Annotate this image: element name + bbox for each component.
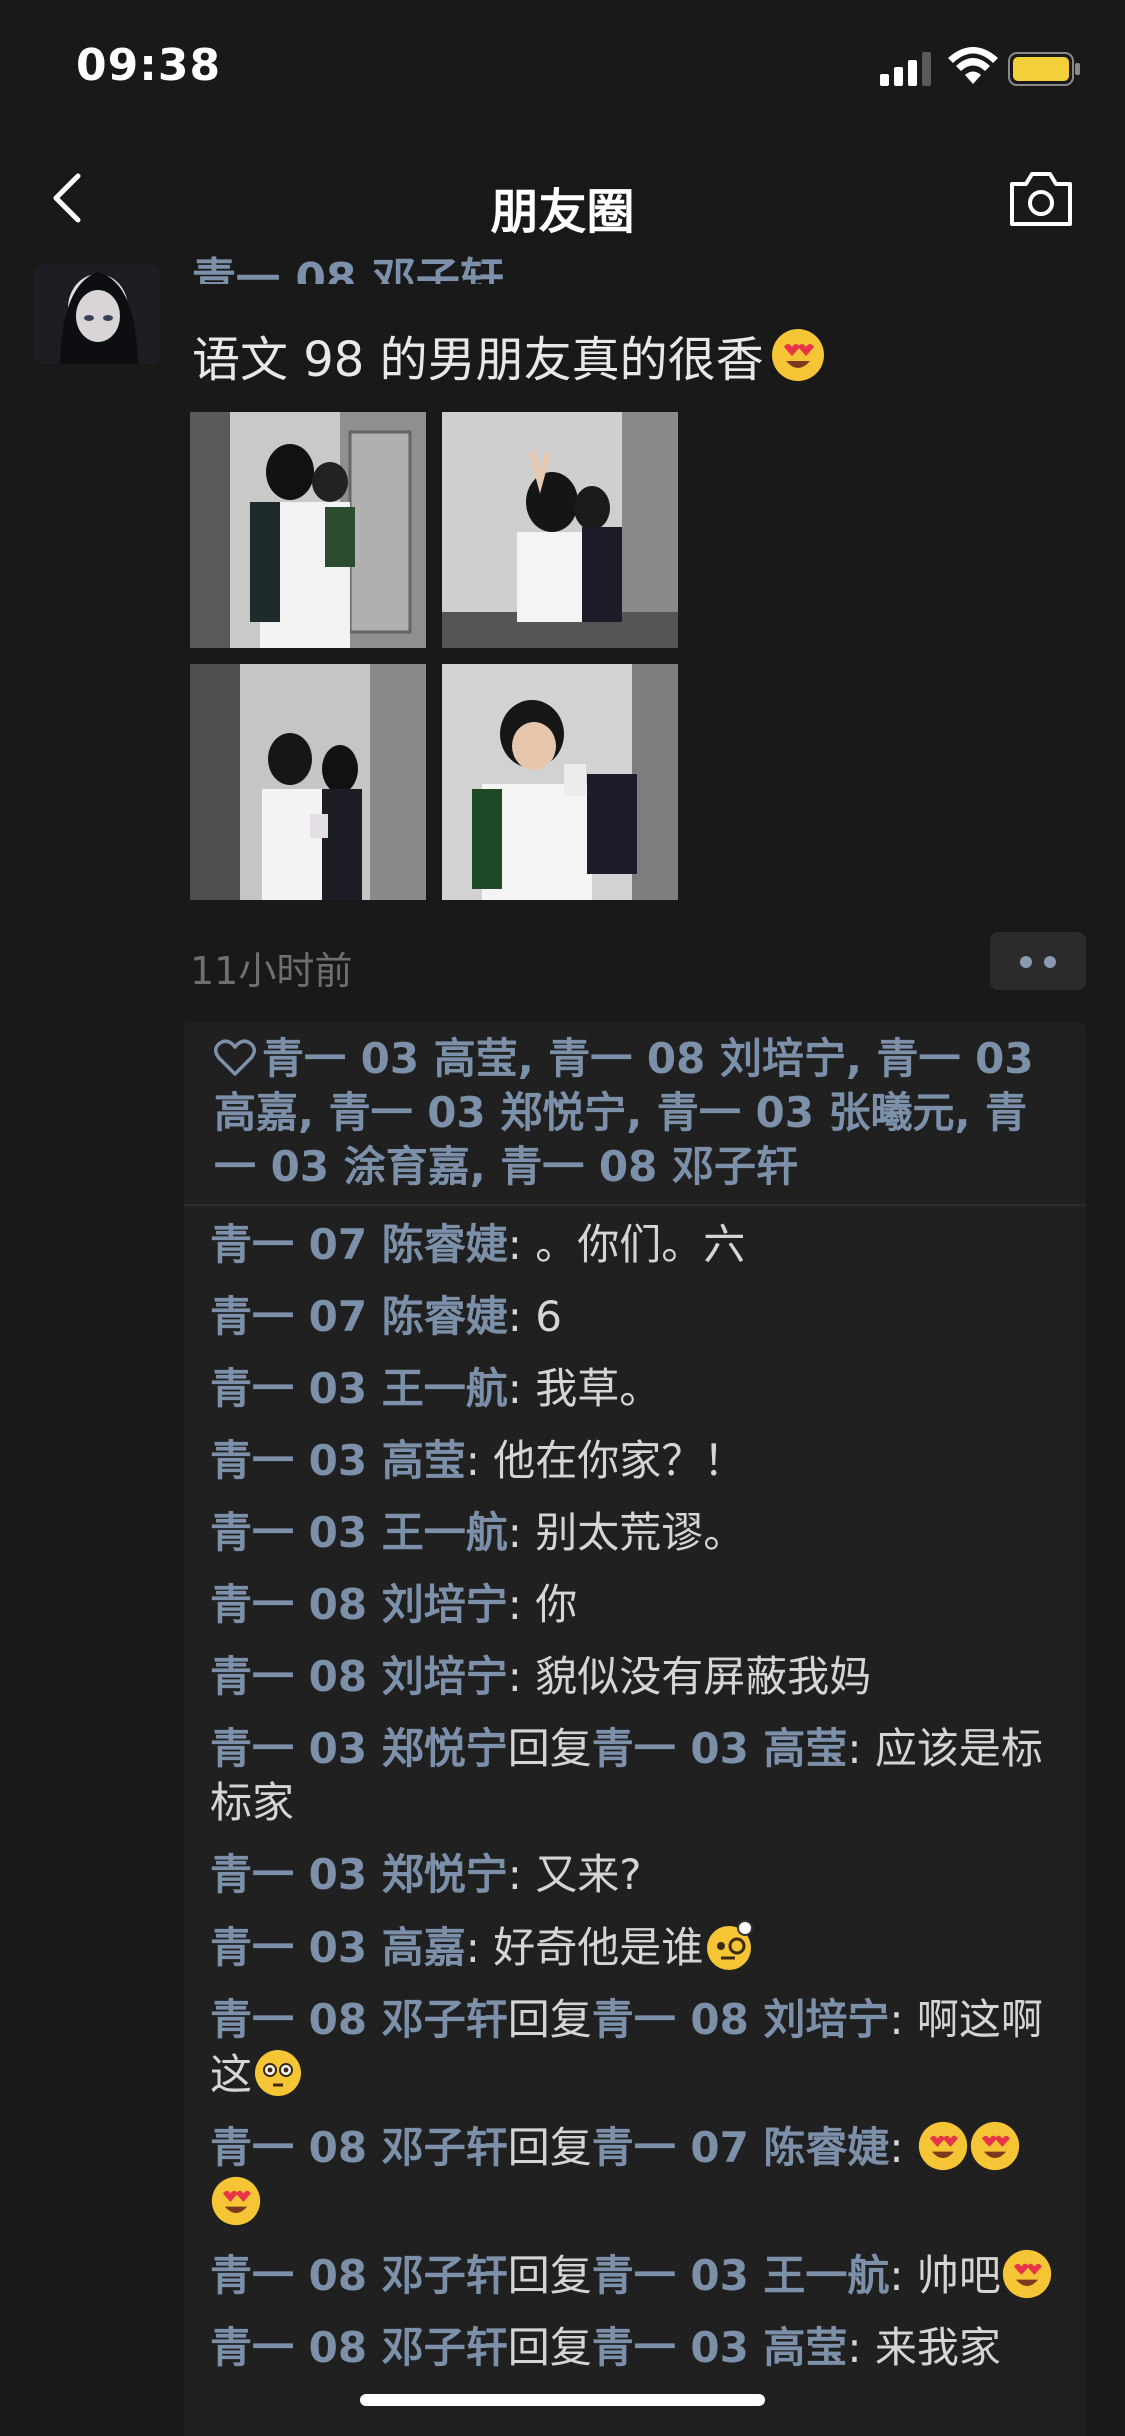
comment-author[interactable]: 青一 03 高莹 bbox=[210, 1436, 466, 1485]
monocle-face-emoji-icon bbox=[707, 1920, 754, 1970]
comment-item[interactable]: 青一 03 郑悦宁: 又来? bbox=[210, 1848, 1070, 1902]
comment-author[interactable]: 青一 03 郑悦宁 bbox=[210, 1850, 508, 1899]
moment-post: 青一 08 邓子轩 语文 98 的男朋友真的很香 11小时前 青一 03 高莹,… bbox=[0, 254, 1125, 2436]
photo-4[interactable] bbox=[442, 664, 678, 900]
comment-text: : 又来? bbox=[507, 1850, 642, 1899]
comment-author[interactable]: 青一 08 刘培宁 bbox=[210, 1652, 508, 1701]
comment-text: : bbox=[889, 2123, 917, 2172]
comment-list: 青一 07 陈睿婕: 。你们。六 青一 07 陈睿婕: 6 青一 03 王一航:… bbox=[210, 1218, 1070, 2393]
post-author[interactable]: 青一 08 邓子轩 bbox=[192, 248, 504, 284]
comment-author[interactable]: 青一 03 郑悦宁 bbox=[210, 1724, 508, 1773]
comment-text: : 你 bbox=[507, 1580, 578, 1629]
comment-item[interactable]: 青一 07 陈睿婕: 6 bbox=[210, 1290, 1070, 1344]
dot-icon bbox=[1044, 956, 1056, 968]
comment-text: : 帅吧 bbox=[889, 2251, 1001, 2300]
heart-outline-icon bbox=[214, 1039, 256, 1076]
navigation-bar: 朋友圈 bbox=[0, 132, 1125, 264]
comment-item[interactable]: 青一 08 邓子轩回复青一 03 王一航: 帅吧 bbox=[210, 2248, 1070, 2303]
reply-target[interactable]: 青一 08 刘培宁 bbox=[592, 1995, 890, 2044]
reply-target[interactable]: 青一 03 王一航 bbox=[592, 2251, 890, 2300]
interaction-panel: 青一 03 高莹, 青一 08 刘培宁, 青一 03 高嘉, 青一 03 郑悦宁… bbox=[184, 1022, 1086, 2436]
comment-item[interactable]: 青一 03 高嘉: 好奇他是谁 bbox=[210, 1920, 1070, 1975]
post-text-body: 语文 98 的男朋友真的很香 bbox=[192, 332, 764, 388]
battery-icon bbox=[1008, 52, 1080, 86]
avatar[interactable] bbox=[34, 264, 160, 364]
comment-author[interactable]: 青一 08 邓子轩 bbox=[210, 2123, 508, 2172]
status-bar: 09:38 bbox=[0, 0, 1125, 132]
photo-1[interactable] bbox=[190, 412, 426, 648]
reply-word: 回复 bbox=[507, 1995, 592, 2044]
wifi-icon bbox=[948, 47, 998, 84]
reply-target[interactable]: 青一 03 高莹 bbox=[592, 2323, 848, 2372]
status-time: 09:38 bbox=[76, 40, 222, 91]
comment-text: : 6 bbox=[507, 1292, 562, 1341]
comment-item[interactable]: 青一 08 邓子轩回复青一 07 陈睿婕: bbox=[210, 2120, 1070, 2230]
comment-item[interactable]: 青一 03 高莹: 他在你家？！ bbox=[210, 1434, 1070, 1488]
comment-item[interactable]: 青一 08 邓子轩回复青一 03 高莹: 来我家 bbox=[210, 2321, 1070, 2375]
flushed-face-emoji-icon bbox=[255, 2050, 302, 2096]
dot-icon bbox=[1020, 956, 1032, 968]
comment-author[interactable]: 青一 03 王一航 bbox=[210, 1364, 508, 1413]
comment-item[interactable]: 青一 03 王一航: 别太荒谬。 bbox=[210, 1506, 1070, 1560]
comment-text: : 来我家 bbox=[847, 2323, 1001, 2372]
comment-item[interactable]: 青一 08 邓子轩回复青一 08 刘培宁: 啊这啊这 bbox=[210, 1993, 1070, 2102]
more-actions-button[interactable] bbox=[990, 932, 1086, 990]
reply-target[interactable]: 青一 03 高莹 bbox=[592, 1724, 848, 1773]
comment-text: : 别太荒谬。 bbox=[507, 1508, 746, 1557]
reply-word: 回复 bbox=[507, 2123, 592, 2172]
heart-eyes-emoji-icon bbox=[771, 329, 824, 381]
heart-eyes-emoji-icon bbox=[970, 2121, 1020, 2171]
comment-author[interactable]: 青一 03 王一航 bbox=[210, 1508, 508, 1557]
comment-author[interactable]: 青一 07 陈睿婕 bbox=[210, 1220, 508, 1269]
comment-item[interactable]: 青一 03 王一航: 我草。 bbox=[210, 1362, 1070, 1416]
comment-text: : 貌似没有屏蔽我妈 bbox=[507, 1652, 872, 1701]
comment-author[interactable]: 青一 07 陈睿婕 bbox=[210, 1292, 508, 1341]
camera-icon[interactable] bbox=[1006, 168, 1076, 230]
comment-item[interactable]: 青一 03 郑悦宁回复青一 03 高莹: 应该是标标家 bbox=[210, 1722, 1070, 1830]
comment-author[interactable]: 青一 08 邓子轩 bbox=[210, 2251, 508, 2300]
photo-2[interactable] bbox=[442, 412, 678, 648]
page-title: 朋友圈 bbox=[490, 184, 635, 240]
reply-target[interactable]: 青一 07 陈睿婕 bbox=[592, 2123, 890, 2172]
photo-grid bbox=[190, 412, 680, 912]
cellular-signal-icon bbox=[880, 52, 931, 86]
heart-eyes-emoji-icon bbox=[211, 2176, 261, 2226]
likes-names[interactable]: 青一 03 高莹, 青一 08 刘培宁, 青一 03 高嘉, 青一 03 郑悦宁… bbox=[214, 1034, 1034, 1191]
heart-eyes-emoji-icon bbox=[918, 2121, 968, 2171]
comment-text: : 好奇他是谁 bbox=[465, 1923, 704, 1972]
comment-author[interactable]: 青一 03 高嘉 bbox=[210, 1923, 466, 1972]
comment-text: : 我草。 bbox=[507, 1364, 662, 1413]
post-text: 语文 98 的男朋友真的很香 bbox=[192, 320, 826, 390]
photo-3[interactable] bbox=[190, 664, 426, 900]
home-indicator[interactable] bbox=[360, 2394, 765, 2406]
comment-item[interactable]: 青一 07 陈睿婕: 。你们。六 bbox=[210, 1218, 1070, 1272]
post-timestamp: 11小时前 bbox=[190, 949, 353, 993]
reply-word: 回复 bbox=[507, 2323, 592, 2372]
reply-word: 回复 bbox=[507, 2251, 592, 2300]
likes-list: 青一 03 高莹, 青一 08 刘培宁, 青一 03 高嘉, 青一 03 郑悦宁… bbox=[214, 1032, 1064, 1194]
comment-author[interactable]: 青一 08 刘培宁 bbox=[210, 1580, 508, 1629]
comment-author[interactable]: 青一 08 邓子轩 bbox=[210, 2323, 508, 2372]
comment-text: : 。你们。六 bbox=[507, 1220, 746, 1269]
comment-item[interactable]: 青一 08 刘培宁: 你 bbox=[210, 1578, 1070, 1632]
divider bbox=[184, 1204, 1086, 1206]
comment-author[interactable]: 青一 08 邓子轩 bbox=[210, 1995, 508, 2044]
comment-item[interactable]: 青一 08 刘培宁: 貌似没有屏蔽我妈 bbox=[210, 1650, 1070, 1704]
reply-word: 回复 bbox=[507, 1724, 592, 1773]
comment-text: : 他在你家？！ bbox=[465, 1436, 746, 1485]
heart-eyes-emoji-icon bbox=[1002, 2249, 1052, 2299]
